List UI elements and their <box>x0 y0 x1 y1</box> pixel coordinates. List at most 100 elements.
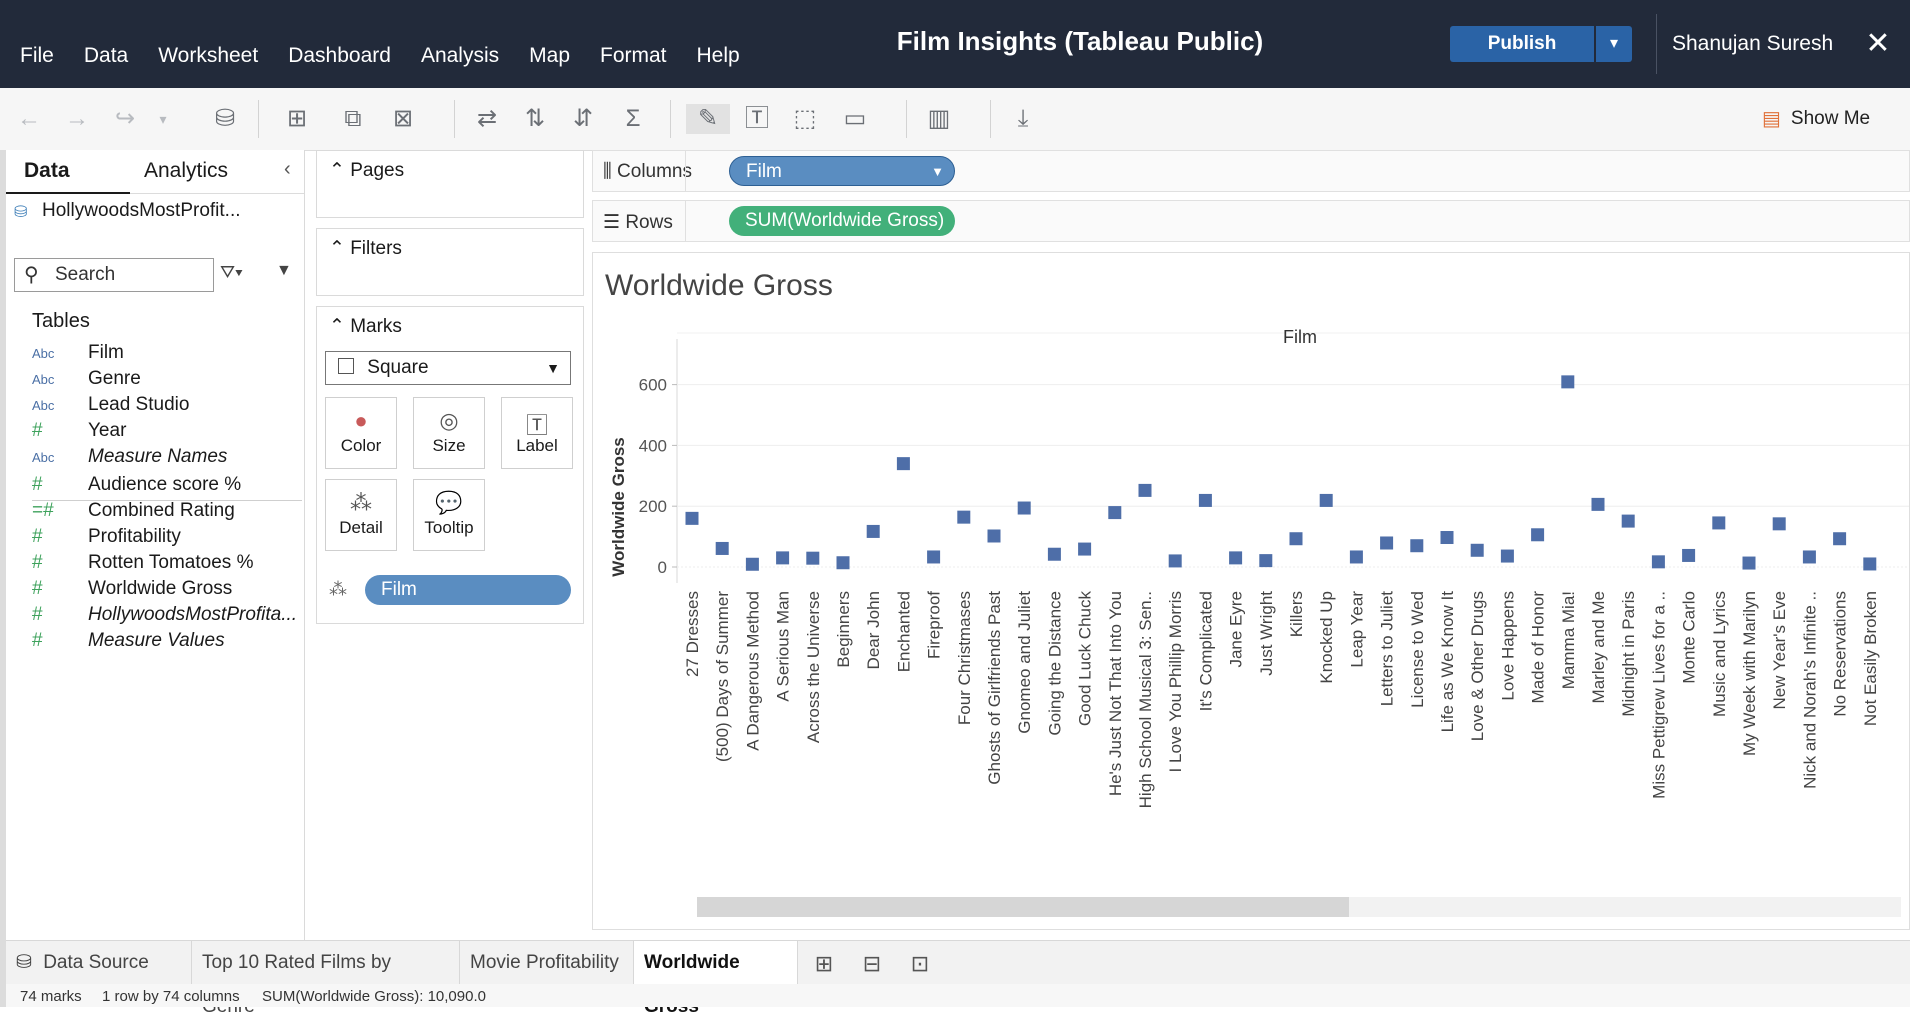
film-detail-pill[interactable]: Film <box>365 575 571 605</box>
label-button[interactable]: 🅃 Label <box>501 397 573 469</box>
x-tick-label: Miss Pettigrew Lives for a .. <box>1649 591 1668 799</box>
menu-dashboard[interactable]: Dashboard <box>288 44 391 68</box>
chevron-down-icon[interactable]: ▼ <box>931 157 944 187</box>
highlight-icon[interactable]: ✎ <box>686 104 730 134</box>
new-story-icon[interactable]: ⊡ <box>902 949 938 979</box>
collapse-pane-icon[interactable]: ‹ <box>284 158 291 181</box>
columns-pill-film[interactable]: Film ▼ <box>729 156 955 186</box>
datasource-name[interactable]: HollywoodsMostProfit... <box>42 200 241 222</box>
field-measure-names[interactable]: Abc Measure Names <box>32 444 227 470</box>
tab-data-source[interactable]: ⛁ Data Source <box>6 941 192 985</box>
sort-ascending-icon[interactable]: ⇅ <box>518 104 552 134</box>
collapse-icon[interactable]: ⌃ <box>329 160 345 181</box>
duplicate-sheet-icon[interactable]: ⧉ <box>336 104 370 134</box>
mark-type-select[interactable]: Square ▼ <box>325 351 571 385</box>
new-worksheet-icon[interactable]: ⊞ <box>806 949 842 979</box>
close-icon[interactable]: ✕ <box>1862 26 1894 62</box>
field-worldwide-gross[interactable]: # Worldwide Gross <box>32 576 232 602</box>
menu-worksheet[interactable]: Worksheet <box>158 44 258 68</box>
collapse-icon[interactable]: ⌃ <box>329 238 345 259</box>
field-genre[interactable]: Abc Genre <box>32 366 141 392</box>
search-input[interactable]: Search <box>14 258 214 292</box>
user-name[interactable]: Shanujan Suresh <box>1672 32 1833 56</box>
chevron-down-icon[interactable]: ▼ <box>276 262 292 280</box>
tab-top-10-rated-films[interactable]: Top 10 Rated Films by Genre <box>192 941 460 1017</box>
new-worksheet-icon[interactable]: ⊞ <box>280 104 314 134</box>
fit-icon[interactable]: ▭ <box>838 104 872 134</box>
size-button[interactable]: ◎ Size <box>413 397 485 469</box>
clear-sheet-icon[interactable]: ⊠ <box>386 104 420 134</box>
detail-button[interactable]: ⁂ Detail <box>325 479 397 551</box>
publish-dropdown-button[interactable]: ▾ <box>1596 26 1632 62</box>
data-mark <box>1561 375 1575 389</box>
x-tick-label: Midnight in Paris <box>1619 591 1638 717</box>
menu-data[interactable]: Data <box>84 44 128 68</box>
publish-button[interactable]: Publish <box>1450 26 1594 62</box>
field-rotten-tomatoes[interactable]: # Rotten Tomatoes % <box>32 550 253 576</box>
toolbar-divider <box>454 100 455 138</box>
data-mark <box>927 550 941 564</box>
download-icon[interactable]: ⤓ <box>1006 104 1040 134</box>
field-label: Audience score % <box>88 474 242 495</box>
columns-shelf[interactable]: ⫼ Columns Film ▼ <box>592 150 1910 192</box>
x-tick-label: Jane Eyre <box>1227 591 1246 668</box>
data-pane: Data Analytics ‹ ⛁ HollywoodsMostProfit.… <box>6 150 305 940</box>
field-combined-rating[interactable]: =# Combined Rating <box>32 498 235 524</box>
scatter-chart[interactable]: 0 200 400 600 27 Dresses (500) Days of Summer… <box>593 253 1909 929</box>
tooltip-button[interactable]: 💬 Tooltip <box>413 479 485 551</box>
x-tick-label: New Year's Eve <box>1770 591 1789 710</box>
tab-data[interactable]: Data <box>24 150 70 192</box>
filters-title[interactable]: ⌃ Filters <box>329 237 402 260</box>
menu-format[interactable]: Format <box>600 44 667 68</box>
x-tick-label: 27 Dresses <box>683 591 702 677</box>
marks-title[interactable]: ⌃ Marks <box>329 315 402 338</box>
field-audience-score[interactable]: # Audience score % <box>32 472 241 498</box>
tab-movie-profitability[interactable]: Movie Profitability <box>460 941 634 985</box>
presentation-mode-icon[interactable]: ▥ <box>922 104 956 134</box>
filters-card: ⌃ Filters <box>316 228 584 296</box>
fix-axes-icon[interactable]: ⬚ <box>788 104 822 134</box>
y-tick-label: 0 <box>658 558 667 577</box>
data-mark <box>1651 555 1665 569</box>
show-me-button[interactable]: ▤ Show Me <box>1762 106 1870 131</box>
field-year[interactable]: # Year <box>32 418 126 444</box>
rows-pill-worldwide-gross[interactable]: SUM(Worldwide Gross) <box>729 206 955 236</box>
sort-descending-icon[interactable]: ⇵ <box>566 104 600 134</box>
x-tick-label: Across the Universe <box>804 591 823 743</box>
field-measure-values[interactable]: # Measure Values <box>32 628 225 654</box>
horizontal-scrollbar[interactable] <box>697 897 1901 917</box>
color-button[interactable]: ● Color <box>325 397 397 469</box>
field-lead-studio[interactable]: Abc Lead Studio <box>32 392 189 418</box>
menu-map[interactable]: Map <box>529 44 570 68</box>
replay-dropdown-icon[interactable]: ▾ <box>146 104 180 134</box>
filter-icon[interactable]: ⛛▾ <box>220 262 243 283</box>
x-tick-label: A Dangerous Method <box>743 591 762 751</box>
tab-worldwide-gross[interactable]: Worldwide Gross <box>634 941 798 1017</box>
show-mark-labels-icon[interactable]: 🅃 <box>740 104 774 134</box>
swap-rows-columns-icon[interactable]: ⇄ <box>470 104 504 134</box>
field-profitability[interactable]: # Profitability <box>32 524 181 550</box>
collapse-icon[interactable]: ⌃ <box>329 316 345 337</box>
undo-icon[interactable]: ← <box>12 104 46 134</box>
menu-help[interactable]: Help <box>697 44 740 68</box>
menu-analysis[interactable]: Analysis <box>421 44 499 68</box>
new-datasource-icon[interactable]: ⛁ <box>208 104 242 134</box>
x-tick-label: I Love You Phillip Morris <box>1166 591 1185 772</box>
data-mark <box>1017 501 1031 515</box>
x-tick-label: Ghosts of Girlfriends Past <box>985 591 1004 785</box>
datasource-icon: ⛁ <box>16 952 32 973</box>
new-dashboard-icon[interactable]: ⊟ <box>854 949 890 979</box>
scrollbar-thumb[interactable] <box>697 897 1349 917</box>
field-film[interactable]: Abc Film <box>32 340 124 366</box>
field-type-icon: Abc <box>32 371 55 387</box>
pages-title[interactable]: ⌃ Pages <box>329 159 404 182</box>
x-tick-label: Just Wright <box>1257 591 1276 676</box>
tab-analytics[interactable]: Analytics <box>144 150 228 192</box>
menu-file[interactable]: File <box>20 44 54 68</box>
rows-shelf[interactable]: ☰ Rows SUM(Worldwide Gross) <box>592 200 1910 242</box>
data-mark <box>1198 493 1212 507</box>
redo-icon[interactable]: → <box>60 104 94 134</box>
totals-icon[interactable]: Σ <box>616 104 650 134</box>
field-record-count[interactable]: # HollywoodsMostProfita... <box>32 602 297 628</box>
replay-icon[interactable]: ↪ <box>108 104 142 134</box>
